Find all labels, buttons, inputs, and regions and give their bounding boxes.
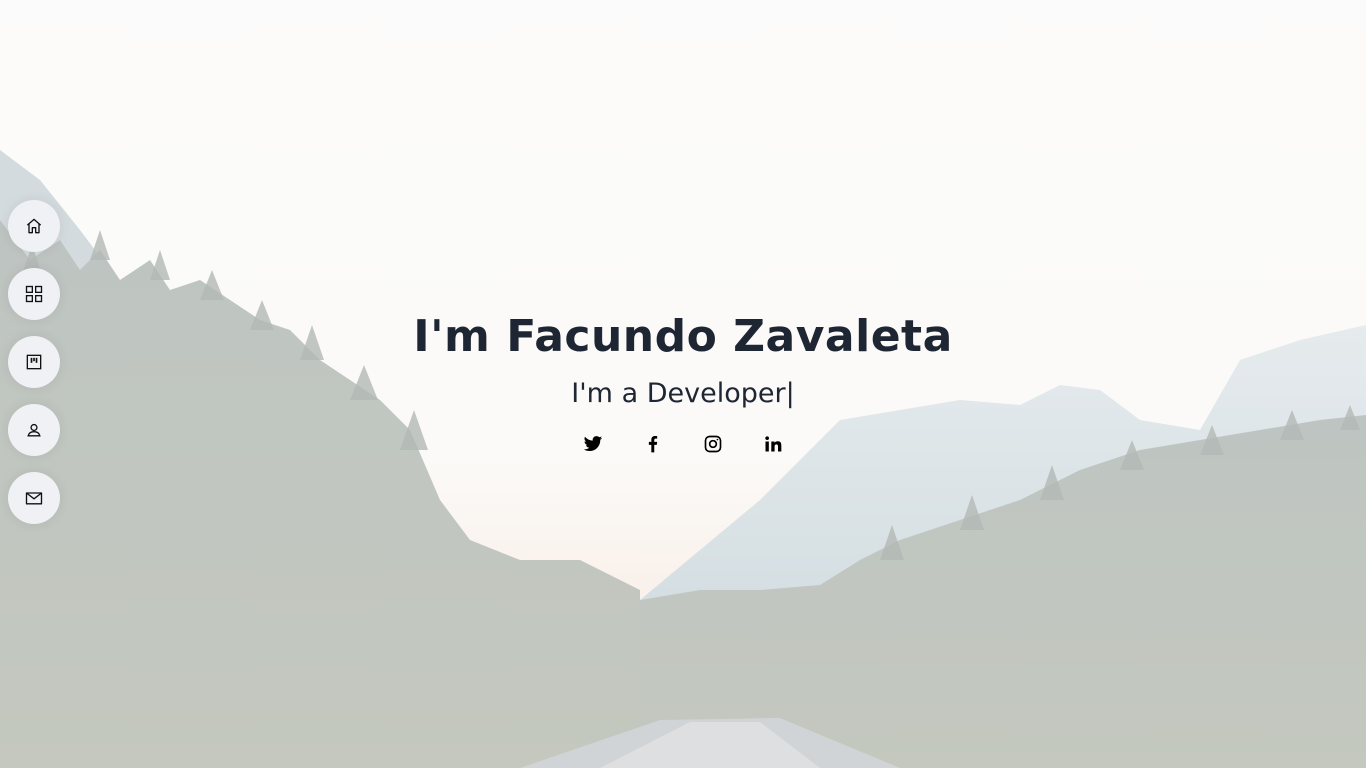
twitter-icon xyxy=(583,436,603,451)
nav-home-button[interactable] xyxy=(8,200,60,252)
facebook-icon xyxy=(648,436,658,453)
instagram-icon xyxy=(704,435,722,453)
twitter-link[interactable] xyxy=(581,432,605,456)
hero-subtitle-prefix: I'm a xyxy=(571,378,647,409)
instagram-link[interactable] xyxy=(701,432,725,456)
linkedin-link[interactable] xyxy=(761,432,785,456)
typing-cursor: | xyxy=(785,378,795,409)
grid-icon xyxy=(25,285,43,303)
hero-title: I'm Facundo Zavaleta xyxy=(413,311,953,362)
facebook-link[interactable] xyxy=(641,432,665,456)
typed-role: Developer xyxy=(646,378,786,409)
mail-icon xyxy=(25,492,43,505)
linkedin-icon xyxy=(765,436,782,452)
nav-mail-button[interactable] xyxy=(8,472,60,524)
hero-section: I'm Facundo Zavaleta I'm a Developer| xyxy=(0,308,1366,456)
home-icon xyxy=(26,218,42,234)
hero-subtitle: I'm a Developer| xyxy=(0,378,1366,410)
social-links xyxy=(0,432,1366,456)
